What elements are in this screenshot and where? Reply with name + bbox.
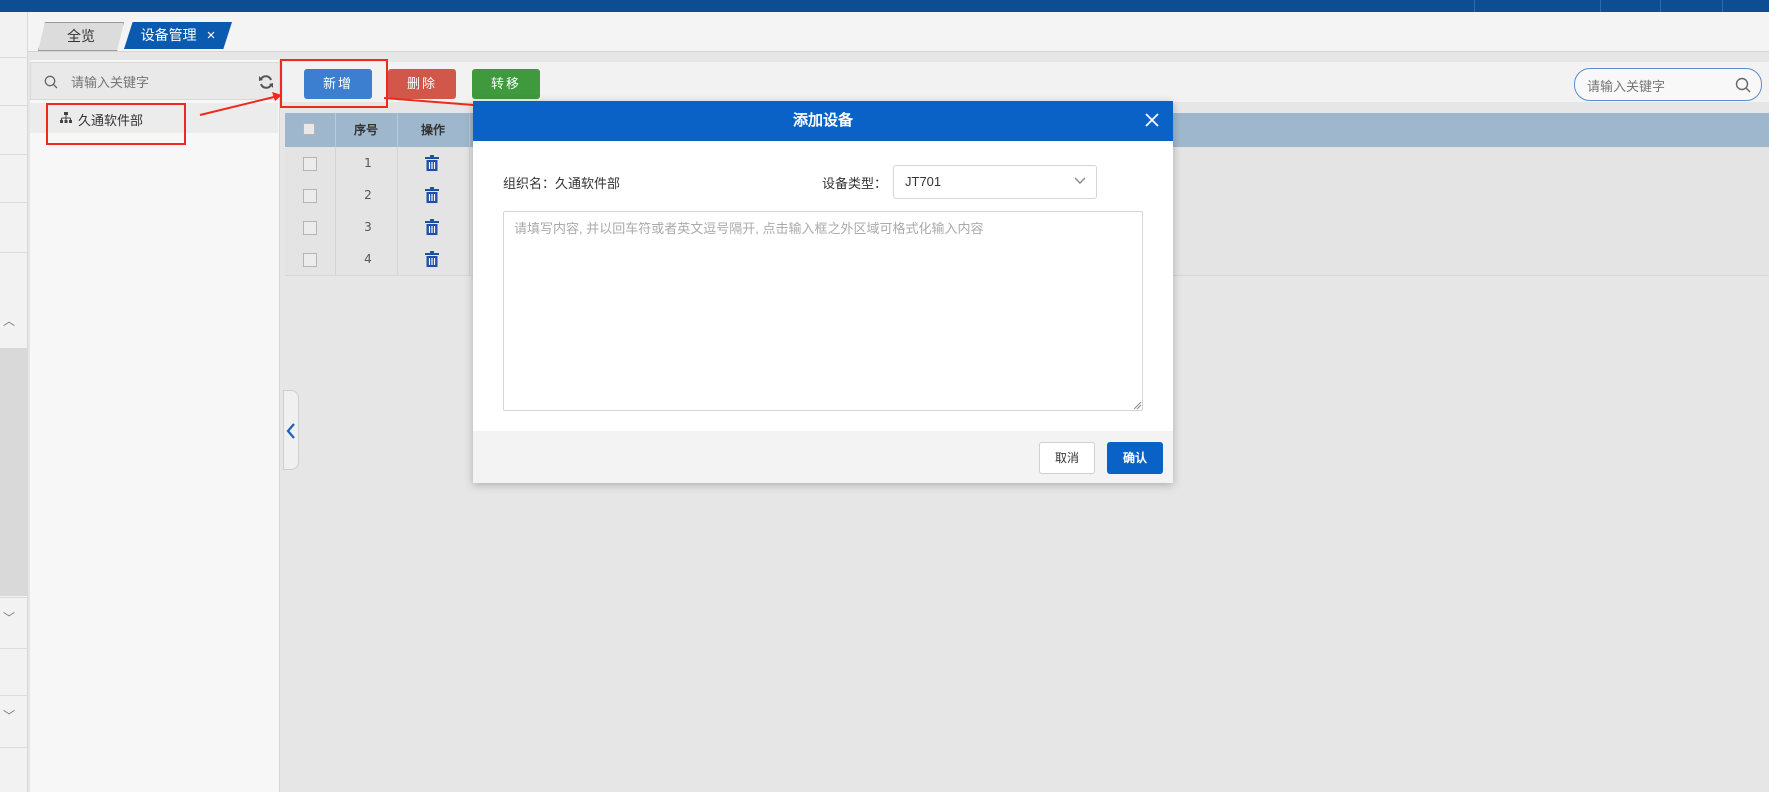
column-header-actions: 操作 <box>397 113 470 147</box>
close-icon[interactable]: × <box>207 27 216 44</box>
search-icon[interactable] <box>1735 77 1751 93</box>
row-index: 3 <box>364 220 372 234</box>
row-checkbox[interactable] <box>303 253 317 267</box>
chevron-down-icon[interactable]: ﹀ <box>3 609 15 626</box>
row-checkbox[interactable] <box>303 221 317 235</box>
tree-search-box <box>30 62 280 100</box>
chevron-down-icon[interactable]: ﹀ <box>3 707 15 724</box>
refresh-icon[interactable] <box>258 74 274 90</box>
column-header-index: 序号 <box>335 113 398 147</box>
row-checkbox[interactable] <box>303 189 317 203</box>
search-box <box>1574 68 1762 101</box>
search-input[interactable] <box>1585 76 1729 96</box>
row-index: 4 <box>364 252 372 266</box>
dialog-header: 添加设备 <box>473 101 1173 141</box>
device-type-value: JT701 <box>905 174 942 189</box>
trash-icon[interactable] <box>425 187 439 203</box>
org-name-label: 组织名：久通软件部 <box>503 176 621 191</box>
chevron-down-icon <box>1074 177 1086 184</box>
close-icon[interactable] <box>1141 109 1163 131</box>
tab-device-management[interactable]: 设备管理 × <box>124 22 232 49</box>
device-type-label: 设备类型： <box>822 176 888 191</box>
resize-handle-icon[interactable] <box>1133 401 1142 410</box>
left-rail: ︿ ﹀ ﹀ <box>0 12 28 792</box>
search-icon <box>44 75 58 89</box>
device-type-select[interactable]: JT701 <box>893 165 1097 199</box>
add-device-dialog: 添加设备 组织名：久通软件部 设备类型： JT701 取消 确认 <box>473 101 1173 483</box>
chevron-left-icon <box>286 423 295 439</box>
row-checkbox[interactable] <box>303 157 317 171</box>
row-index: 1 <box>364 156 372 170</box>
dialog-title: 添加设备 <box>792 112 853 129</box>
cancel-button[interactable]: 取消 <box>1039 442 1095 474</box>
dialog-body: 组织名：久通软件部 设备类型： JT701 <box>473 141 1173 431</box>
row-index: 2 <box>364 188 372 202</box>
annotation-box-add-button <box>280 59 388 108</box>
tab-label: 设备管理 <box>140 27 197 43</box>
trash-icon[interactable] <box>425 251 439 267</box>
tree-search-input[interactable] <box>69 71 243 93</box>
select-all-cell <box>285 113 336 147</box>
dialog-footer: 取消 确认 <box>473 431 1173 483</box>
confirm-button[interactable]: 确认 <box>1107 442 1163 474</box>
tab-overview[interactable]: 全览 <box>38 22 124 51</box>
move-button[interactable]: 转移 <box>472 69 540 99</box>
device-list-textarea[interactable] <box>503 211 1143 411</box>
left-panel <box>30 60 280 792</box>
chevron-up-icon[interactable]: ︿ <box>3 312 15 329</box>
delete-button[interactable]: 删除 <box>388 69 456 99</box>
trash-icon[interactable] <box>425 219 439 235</box>
trash-icon[interactable] <box>425 155 439 171</box>
tab-bar: 全览 设备管理 × <box>28 12 1769 52</box>
top-bar <box>0 0 1769 12</box>
collapse-panel-handle[interactable] <box>283 390 299 470</box>
annotation-box-tree-node <box>46 103 186 145</box>
select-all-checkbox[interactable] <box>303 123 315 135</box>
